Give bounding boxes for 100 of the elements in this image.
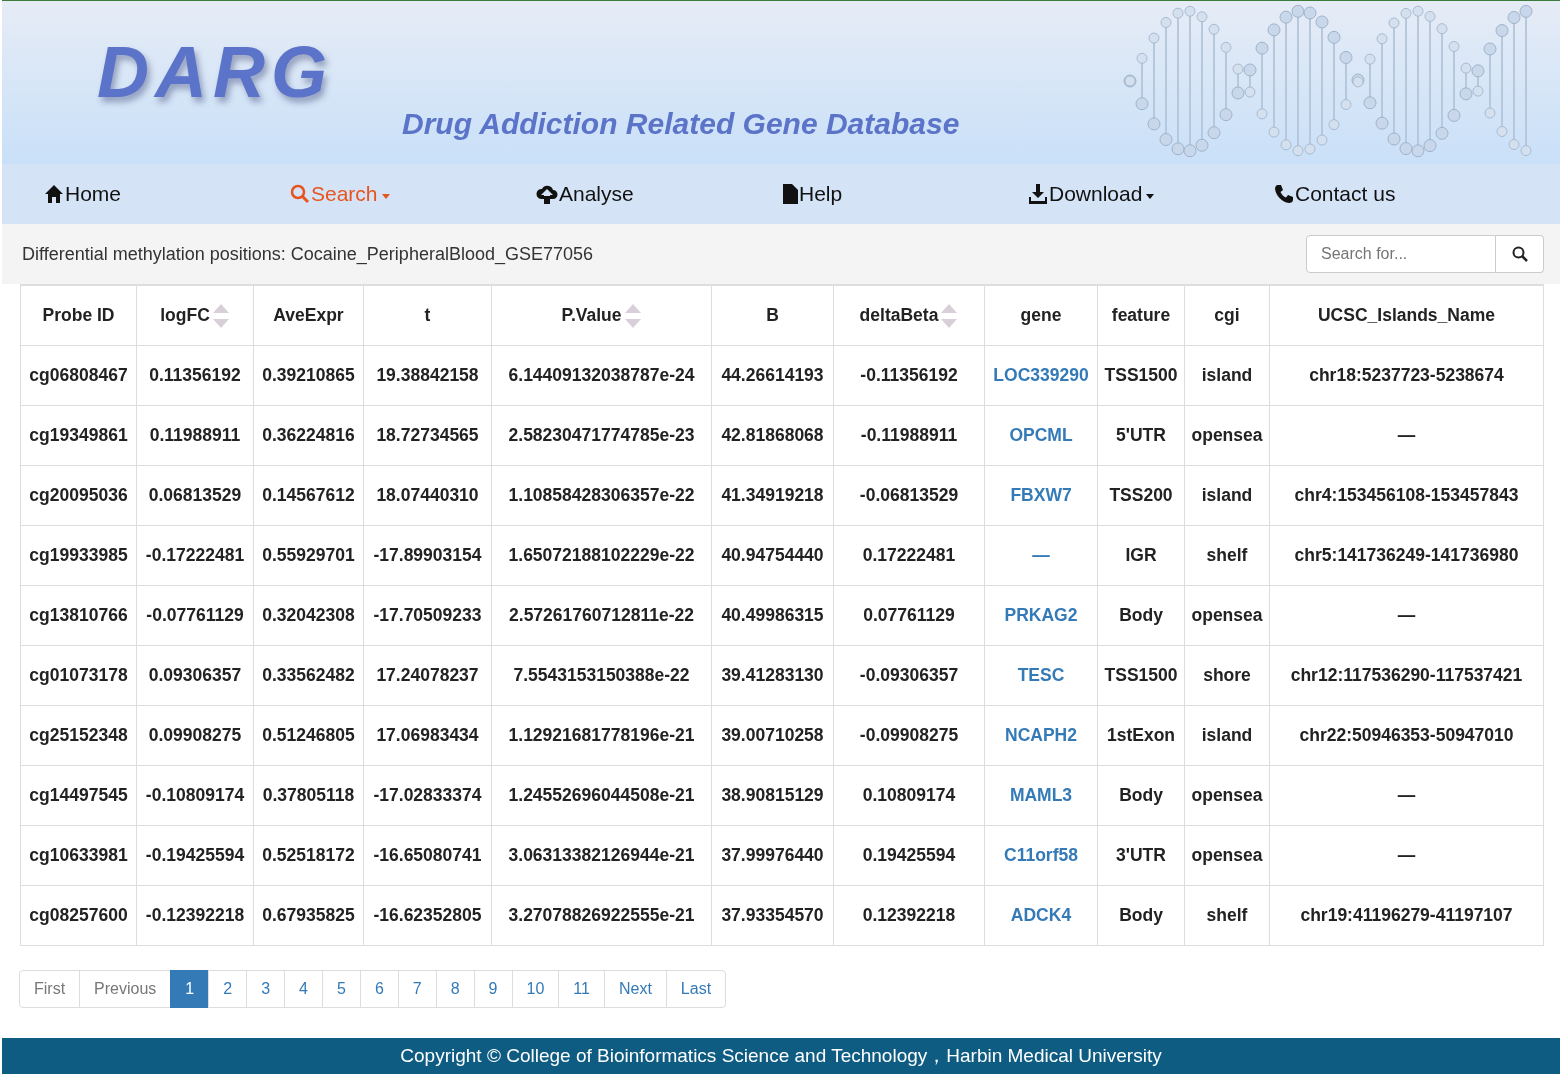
nav-link[interactable]: Download: [1028, 182, 1274, 206]
gene-link[interactable]: TESC: [1017, 665, 1065, 685]
table-cell: TSS1500: [1097, 645, 1185, 706]
column-header[interactable]: P.Value: [491, 285, 712, 346]
page-link[interactable]: 10: [511, 970, 560, 1008]
table-cell: —: [1269, 585, 1544, 646]
column-header: B: [711, 285, 834, 346]
table-cell: 5'UTR: [1097, 405, 1185, 466]
column-header: gene: [984, 285, 1098, 346]
table-cell: 0.09908275: [136, 705, 254, 766]
table-cell: —: [1269, 765, 1544, 826]
table-cell: -0.09908275: [833, 705, 985, 766]
table-cell: 0.36224816: [253, 405, 364, 466]
table-cell: 0.52518172: [253, 825, 364, 886]
table-cell: -0.19425594: [136, 825, 254, 886]
table-cell: 40.49986315: [711, 585, 834, 646]
page-link[interactable]: 11: [558, 970, 605, 1008]
table-cell: chr22:50946353-50947010: [1269, 705, 1544, 766]
table-cell: cg08257600: [20, 885, 137, 946]
gene-link[interactable]: FBXW7: [1010, 485, 1072, 505]
column-header[interactable]: deltaBeta: [833, 285, 985, 346]
page-link[interactable]: 2: [208, 970, 248, 1008]
table-cell: 0.07761129: [833, 585, 985, 646]
table-cell: 0.33562482: [253, 645, 364, 706]
table-cell: -17.02833374: [363, 765, 492, 826]
download-icon: [1028, 184, 1048, 204]
nav-link[interactable]: Analyse: [536, 182, 782, 206]
table-cell: 17.06983434: [363, 705, 492, 766]
table-cell: 0.06813529: [136, 465, 254, 526]
table-cell: 40.94754440: [711, 525, 834, 586]
table-cell: 41.34919218: [711, 465, 834, 526]
table-cell: -17.70509233: [363, 585, 492, 646]
table-cell: 0.10809174: [833, 765, 985, 826]
column-header: UCSC_Islands_Name: [1269, 285, 1544, 346]
table-cell: -0.12392218: [136, 885, 254, 946]
table-cell: 17.24078237: [363, 645, 492, 706]
gene-link[interactable]: OPCML: [1009, 425, 1073, 445]
page-link[interactable]: 8: [435, 970, 475, 1008]
table-cell: -0.09306357: [833, 645, 985, 706]
gene-link[interactable]: —: [1032, 545, 1050, 565]
table-cell: 37.93354570: [711, 885, 834, 946]
table-cell: Body: [1097, 585, 1185, 646]
table-cell: 1stExon: [1097, 705, 1185, 766]
page-link[interactable]: 9: [473, 970, 513, 1008]
search-field[interactable]: Search for...: [1306, 235, 1496, 273]
nav-link[interactable]: Home: [44, 182, 290, 206]
caret-icon: [1146, 193, 1155, 199]
table-cell: 0.19425594: [833, 825, 985, 886]
table-cell: 42.81868068: [711, 405, 834, 466]
table-cell: chr18:5237723-5238674: [1269, 345, 1544, 406]
site-subtitle: Drug Addiction Related Gene Database: [402, 107, 960, 141]
table-cell: opensea: [1184, 825, 1270, 886]
page-link[interactable]: Next: [603, 970, 667, 1008]
table-cell: 0.37805118: [253, 765, 364, 826]
nav-link[interactable]: Contact us: [1274, 182, 1520, 206]
page-link[interactable]: 3: [246, 970, 286, 1008]
table-cell: cg20095036: [20, 465, 137, 526]
table-cell: -0.07761129: [136, 585, 254, 646]
table-cell: cg14497545: [20, 765, 137, 826]
search-button[interactable]: [1496, 235, 1544, 273]
table-cell: cg10633981: [20, 825, 137, 886]
page-link[interactable]: 1: [170, 970, 210, 1008]
phone-icon: [1274, 184, 1294, 204]
home-icon: [44, 184, 64, 204]
table-cell: cg01073178: [20, 645, 137, 706]
table-cell: chr19:41196279-41197107: [1269, 885, 1544, 946]
column-header: AveExpr: [253, 285, 364, 346]
table-cell: 0.11988911: [136, 405, 254, 466]
gene-link[interactable]: ADCK4: [1010, 905, 1072, 925]
table-cell: chr5:141736249-141736980: [1269, 525, 1544, 586]
page-link[interactable]: 4: [284, 970, 323, 1008]
table-cell: 18.72734565: [363, 405, 492, 466]
table-cell: -0.10809174: [136, 765, 254, 826]
page-link[interactable]: 5: [322, 970, 361, 1008]
table-cell: -17.89903154: [363, 525, 492, 586]
table-cell: 18.07440310: [363, 465, 492, 526]
page-title: Differential methylation positions: Cocaine_PeripheralBlood_GSE77056: [22, 243, 594, 265]
page-link[interactable]: Last: [665, 970, 727, 1008]
table-cell: opensea: [1184, 405, 1270, 466]
nav-link[interactable]: Search: [290, 182, 536, 206]
table-cell: 0.39210865: [253, 345, 364, 406]
table-cell: -16.62352805: [363, 885, 492, 946]
page-link[interactable]: 7: [397, 970, 437, 1008]
table-cell: 19.38842158: [363, 345, 492, 406]
table-cell: 6.14409132038787e-24: [491, 345, 712, 406]
table-cell: —: [1269, 825, 1544, 886]
gene-link[interactable]: MAML3: [1009, 785, 1073, 805]
table-cell: 0.17222481: [833, 525, 985, 586]
table-cell: opensea: [1184, 765, 1270, 826]
table-cell: Body: [1097, 765, 1185, 826]
table-cell: -16.65080741: [363, 825, 492, 886]
column-header[interactable]: logFC: [136, 285, 254, 346]
column-header: Probe ID: [20, 285, 137, 346]
table-cell: 2.58230471774785e-23: [491, 405, 712, 466]
table-cell: cg13810766: [20, 585, 137, 646]
table-cell: cg19933985: [20, 525, 137, 586]
page-link[interactable]: 6: [359, 970, 399, 1008]
caret-icon: [381, 193, 390, 199]
table-cell: 0.32042308: [253, 585, 364, 646]
nav-link[interactable]: Help: [782, 182, 1028, 206]
